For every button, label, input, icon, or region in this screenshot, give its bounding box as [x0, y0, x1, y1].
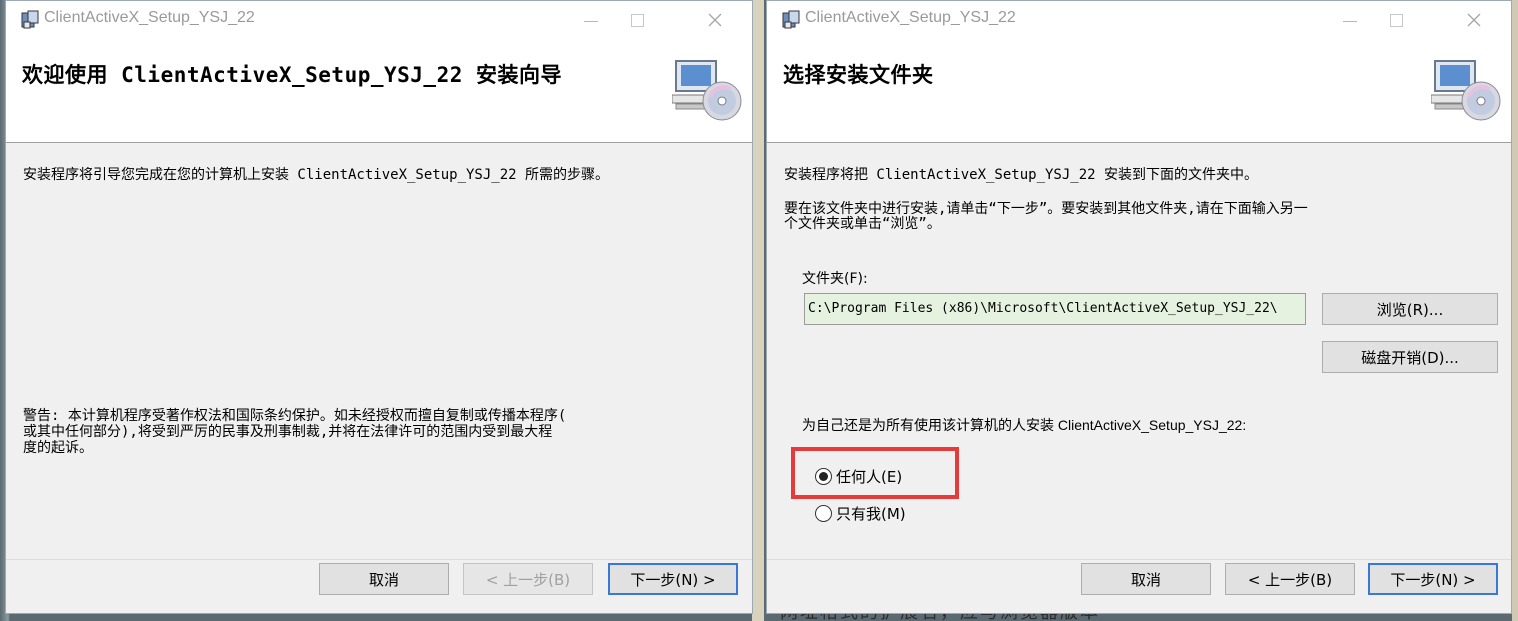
header-banner: 选择安装文件夹: [767, 39, 1511, 143]
next-button[interactable]: 下一步(N) >: [608, 563, 738, 595]
disk-cost-button[interactable]: 磁盘开销(D)...: [1322, 341, 1498, 373]
browse-button[interactable]: 浏览(R)...: [1322, 293, 1498, 325]
cancel-button[interactable]: 取消: [319, 563, 449, 595]
warning-line: 度的起诉。: [23, 440, 93, 456]
instruction-line: 个文件夹或单击“浏览”。: [784, 216, 941, 232]
radio-just-me[interactable]: 只有我(M): [815, 503, 906, 524]
window-title: ClientActiveX_Setup_YSJ_22: [805, 9, 1016, 26]
computer-cd-icon: [672, 60, 742, 121]
close-icon: [708, 13, 722, 27]
radio-checked-icon: [815, 468, 832, 485]
minimize-icon: [584, 20, 598, 22]
intro-text: 安装程序将引导您完成在您的计算机上安装 ClientActiveX_Setup_…: [23, 167, 610, 183]
title-bar[interactable]: ClientActiveX_Setup_YSJ_22: [767, 1, 1511, 39]
page-title: 欢迎使用 ClientActiveX_Setup_YSJ_22 安装向导: [22, 63, 563, 87]
back-button[interactable]: < 上一步(B): [1225, 563, 1355, 595]
minimize-icon: [1343, 20, 1357, 22]
close-button[interactable]: [1451, 1, 1497, 39]
close-button[interactable]: [692, 1, 738, 39]
radio-everyone[interactable]: 任何人(E): [815, 466, 902, 487]
title-bar[interactable]: ClientActiveX_Setup_YSJ_22: [6, 1, 752, 39]
computer-cd-icon: [1431, 60, 1501, 121]
folder-path-input[interactable]: C:\Program Files (x86)\Microsoft\ClientA…: [804, 293, 1306, 325]
warning-text: 警告: 本计算机程序受著作权法和国际条约保护。如未经授权而擅自复制或传播本程序(…: [23, 408, 743, 456]
background-gap: [752, 0, 764, 621]
header-banner: 欢迎使用 ClientActiveX_Setup_YSJ_22 安装向导: [6, 39, 752, 143]
window-title: ClientActiveX_Setup_YSJ_22: [44, 9, 255, 26]
intro-text: 安装程序将把 ClientActiveX_Setup_YSJ_22 安装到下面的…: [784, 167, 1259, 183]
cancel-button[interactable]: 取消: [1081, 563, 1211, 595]
installer-window-folder: ClientActiveX_Setup_YSJ_22 选择安装文件夹 安装程序将…: [766, 0, 1512, 614]
warning-line: 警告: 本计算机程序受著作权法和国际条约保护。如未经授权而擅自复制或传播本程序(: [23, 408, 567, 424]
install-for-label: 为自己还是为所有使用该计算机的人安装 ClientActiveX_Setup_Y…: [802, 417, 1247, 433]
maximize-button[interactable]: [614, 1, 660, 39]
background-edge: [1512, 0, 1518, 621]
page-title: 选择安装文件夹: [783, 63, 934, 87]
radio-just-me-label: 只有我(M): [836, 505, 906, 523]
footer-divider: [767, 559, 1511, 560]
maximize-button[interactable]: [1373, 1, 1419, 39]
installer-app-icon: [782, 10, 800, 29]
minimize-button[interactable]: [1327, 1, 1373, 39]
installer-window-welcome: ClientActiveX_Setup_YSJ_22 欢迎使用 ClientAc…: [5, 0, 753, 614]
back-button[interactable]: < 上一步(B): [463, 563, 593, 595]
footer-divider: [6, 559, 752, 560]
close-icon: [1467, 13, 1481, 27]
maximize-icon: [1389, 13, 1403, 27]
minimize-button[interactable]: [568, 1, 614, 39]
warning-line: 或其中任何部分),将受到严厉的民事及刑事制裁,并将在法律许可的范围内受到最大程: [23, 424, 553, 440]
installer-app-icon: [21, 10, 39, 29]
instruction-text: 要在该文件夹中进行安装,请单击“下一步”。要安装到其他文件夹,请在下面输入另一 …: [784, 202, 1504, 232]
maximize-icon: [630, 13, 644, 27]
next-button[interactable]: 下一步(N) >: [1368, 563, 1498, 595]
radio-unchecked-icon: [815, 505, 832, 522]
radio-everyone-label: 任何人(E): [836, 468, 903, 486]
instruction-line: 要在该文件夹中进行安装,请单击“下一步”。要安装到其他文件夹,请在下面输入另一: [784, 201, 1308, 217]
folder-label: 文件夹(F):: [802, 271, 868, 287]
